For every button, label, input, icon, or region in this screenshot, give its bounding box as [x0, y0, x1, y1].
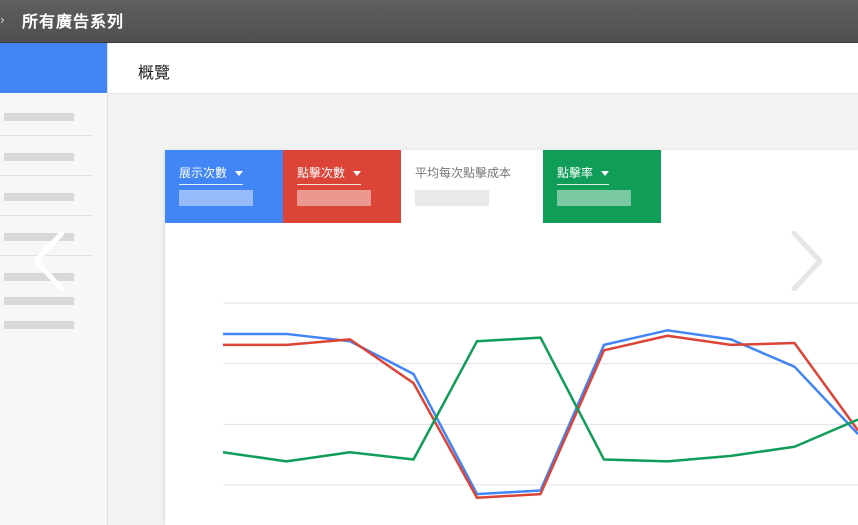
sidebar-item[interactable]: [4, 193, 74, 201]
sidebar-item[interactable]: [4, 113, 74, 121]
metric-value-placeholder: [415, 190, 489, 206]
metric-value-placeholder: [179, 190, 253, 206]
page-title: 概覽: [138, 63, 171, 82]
account-title: 所有廣告系列: [22, 12, 125, 31]
metric-tab-clicks[interactable]: 點擊次數: [283, 150, 401, 223]
metric-tab-label: 點擊率: [557, 164, 610, 185]
metric-tab-label: 平均每次點擊成本: [415, 166, 512, 180]
metric-tab-impressions[interactable]: 展示次數: [165, 150, 283, 223]
sidebar-item[interactable]: [4, 297, 74, 305]
sidebar-divider: [0, 135, 92, 136]
metric-tab-label: 展示次數: [179, 164, 244, 185]
sidebar-divider: [0, 175, 92, 176]
metric-tab-label: 點擊次數: [297, 164, 362, 185]
caret-down-icon: [353, 171, 362, 176]
menu-toggle-icon[interactable]: ›: [0, 11, 6, 29]
sidebar-item-active[interactable]: [0, 43, 107, 93]
chevron-left-icon[interactable]: [32, 231, 66, 291]
metric-tab-avg-cpc[interactable]: 平均每次點擊成本: [401, 150, 543, 223]
chevron-right-icon[interactable]: [790, 231, 824, 291]
performance-line-chart: [222, 302, 858, 499]
page-header: 概覽: [108, 43, 858, 94]
metric-tab-ctr[interactable]: 點擊率: [543, 150, 661, 223]
series-line-0: [223, 329, 858, 496]
sidebar-item[interactable]: [4, 153, 74, 161]
series-line-1: [223, 334, 858, 499]
series-line-2: [222, 336, 858, 463]
metric-value-placeholder: [557, 190, 631, 206]
metric-value-placeholder: [297, 190, 371, 206]
sidebar-divider: [0, 215, 92, 216]
caret-down-icon: [601, 171, 610, 176]
top-bar: › 所有廣告系列: [0, 0, 858, 43]
sidebar-item[interactable]: [4, 321, 74, 329]
caret-down-icon: [235, 171, 244, 176]
